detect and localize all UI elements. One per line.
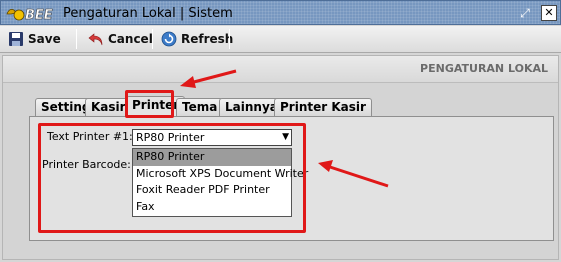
- floppy-disk-icon: [9, 32, 23, 46]
- window-title: Pengaturan Lokal | Sistem: [63, 6, 233, 21]
- undo-arrow-icon: [88, 33, 103, 46]
- tab-printer-kasir[interactable]: Printer Kasir: [274, 98, 372, 116]
- printer-tab-highlight: [125, 90, 174, 118]
- tab-label: Setting: [41, 100, 91, 114]
- tab-label: Tema: [182, 100, 218, 114]
- section-title: PENGATURAN LOKAL: [420, 62, 548, 75]
- toolbar-separator: [229, 29, 230, 49]
- tab-label: Lainnya: [225, 100, 278, 114]
- tab-label: Printer Kasir: [280, 100, 366, 114]
- printer-fields-highlight: [38, 123, 306, 233]
- refresh-label: Refresh: [181, 32, 234, 46]
- refresh-icon: [161, 31, 177, 47]
- refresh-button[interactable]: Refresh: [157, 28, 237, 50]
- tab-tema[interactable]: Tema: [176, 98, 224, 116]
- restore-icon[interactable]: ⤢: [517, 5, 533, 21]
- cancel-label: Cancel: [108, 32, 153, 46]
- logo-text: BEE: [25, 8, 53, 22]
- section-header: PENGATURAN LOKAL: [3, 56, 558, 83]
- save-label: Save: [28, 32, 61, 46]
- toolbar-separator: [76, 29, 77, 49]
- window-titlebar: BEE Pengaturan Lokal | Sistem ⤢ ✕: [0, 0, 561, 25]
- close-icon[interactable]: ✕: [541, 5, 557, 21]
- toolbar: Save Cancel Refresh: [0, 26, 561, 53]
- save-button[interactable]: Save: [4, 28, 65, 50]
- toolbar-separator: [152, 29, 153, 49]
- bee-logo: BEE: [6, 8, 53, 22]
- cancel-button[interactable]: Cancel: [84, 28, 157, 50]
- tab-label: Kasir: [91, 100, 126, 114]
